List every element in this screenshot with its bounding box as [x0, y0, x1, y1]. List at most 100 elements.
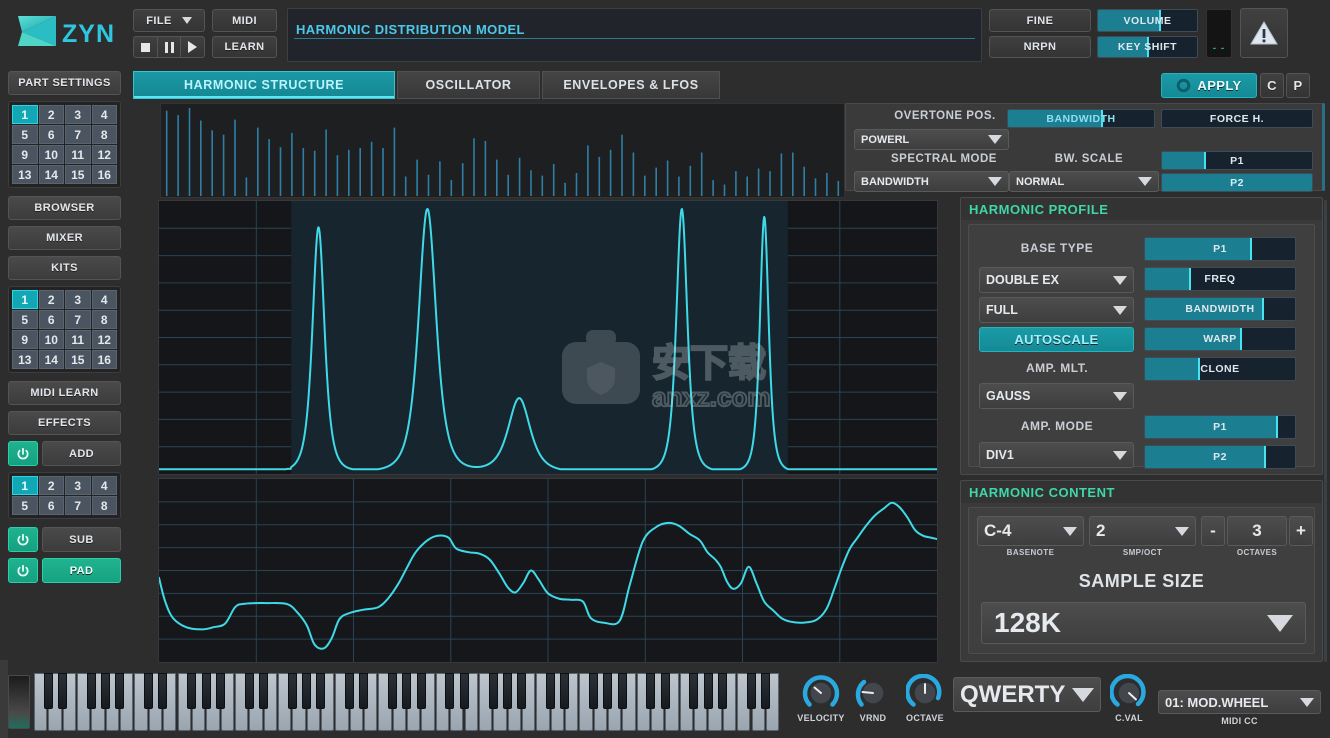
piano-black-key[interactable]	[689, 673, 699, 709]
piano-black-key[interactable]	[345, 673, 354, 709]
piano-black-key[interactable]	[588, 673, 598, 709]
octaves-increment-button[interactable]: +	[1289, 516, 1313, 546]
force-h-slider[interactable]: FORCE H.	[1161, 109, 1313, 128]
top-p1-slider[interactable]: P1	[1161, 151, 1313, 170]
piano-black-key[interactable]	[359, 673, 369, 709]
kits-button[interactable]: KITS	[8, 256, 121, 280]
grid-cell-8[interactable]: 8	[91, 496, 117, 515]
grid-cell-8[interactable]: 8	[91, 125, 117, 144]
grid-cell-6[interactable]: 6	[38, 125, 64, 144]
grid-cell-4[interactable]: 4	[91, 290, 117, 309]
piano-black-key[interactable]	[258, 673, 268, 709]
top-p2-slider[interactable]: P2	[1161, 173, 1313, 192]
piano-black-key[interactable]	[86, 673, 96, 709]
amp-p1-slider[interactable]: P1	[1144, 415, 1296, 439]
piano-black-key[interactable]	[43, 673, 53, 709]
grid-cell-3[interactable]: 3	[65, 105, 91, 124]
piano-black-key[interactable]	[215, 673, 225, 709]
midi-button[interactable]: MIDI	[212, 9, 277, 32]
grid-cell-11[interactable]: 11	[65, 145, 91, 164]
panel-scrollbar-top[interactable]	[1322, 103, 1325, 191]
effects-button[interactable]: EFFECTS	[8, 411, 121, 435]
apply-button[interactable]: APPLY	[1161, 73, 1257, 98]
grid-cell-5[interactable]: 5	[12, 125, 38, 144]
piano-black-key[interactable]	[560, 673, 570, 709]
spectral-mode-dropdown[interactable]: BANDWIDTH	[854, 171, 1009, 192]
grid-cell-2[interactable]: 2	[38, 290, 64, 309]
grid-cell-11[interactable]: 11	[65, 330, 91, 349]
harmonic-amplitude-bars[interactable]	[160, 103, 845, 198]
grid-cell-14[interactable]: 14	[38, 350, 64, 369]
grid-cell-6[interactable]: 6	[38, 310, 64, 329]
grid-cell-1[interactable]: 1	[12, 105, 38, 124]
sub-power-toggle[interactable]	[8, 527, 38, 552]
volume-slider[interactable]: VOLUME	[1097, 9, 1198, 32]
piano-black-key[interactable]	[144, 673, 154, 709]
profile-shape-dropdown[interactable]: FULL	[979, 297, 1134, 323]
piano-black-key[interactable]	[502, 673, 512, 709]
autoscale-toggle[interactable]: AUTOSCALE	[979, 327, 1134, 352]
piano-black-key[interactable]	[545, 673, 555, 709]
sub-synth-button[interactable]: SUB	[42, 527, 121, 552]
grid-cell-3[interactable]: 3	[65, 290, 91, 309]
piano-black-key[interactable]	[603, 673, 613, 709]
nrpn-button[interactable]: NRPN	[989, 36, 1091, 58]
grid-cell-15[interactable]: 15	[65, 350, 91, 369]
pitch-bend-strip[interactable]	[8, 675, 30, 729]
piano-black-key[interactable]	[187, 673, 197, 709]
pad-power-toggle[interactable]	[8, 558, 38, 583]
grid-cell-12[interactable]: 12	[91, 330, 117, 349]
midi-learn-button[interactable]: MIDI LEARN	[8, 381, 121, 405]
piano-black-key[interactable]	[402, 673, 412, 709]
overtone-pos-dropdown[interactable]: POWERL	[854, 129, 1009, 150]
play-button[interactable]	[180, 36, 206, 58]
add-synth-button[interactable]: ADD	[42, 441, 121, 466]
midi-cc-dropdown[interactable]: 01: MOD.WHEEL	[1158, 690, 1321, 714]
profile-p1-slider[interactable]: P1	[1144, 237, 1296, 261]
grid-cell-8[interactable]: 8	[91, 310, 117, 329]
piano-black-key[interactable]	[617, 673, 627, 709]
pad-synth-button[interactable]: PAD	[42, 558, 121, 583]
mixer-button[interactable]: MIXER	[8, 226, 121, 250]
grid-cell-13[interactable]: 13	[12, 350, 38, 369]
profile-bandwidth-slider[interactable]: BANDWIDTH	[1144, 297, 1296, 321]
grid-cell-9[interactable]: 9	[12, 145, 38, 164]
grid-cell-10[interactable]: 10	[38, 145, 64, 164]
grid-cell-10[interactable]: 10	[38, 330, 64, 349]
amp-mlt-dropdown[interactable]: GAUSS	[979, 383, 1134, 409]
tab-envelopes-lfos[interactable]: ENVELOPES & LFOS	[542, 71, 720, 99]
piano-black-key[interactable]	[660, 673, 670, 709]
panel-scrollbar-main[interactable]	[1324, 200, 1327, 662]
add-power-toggle[interactable]	[8, 441, 38, 466]
profile-freq-slider[interactable]: FREQ	[1144, 267, 1296, 291]
grid-cell-6[interactable]: 6	[38, 496, 64, 515]
piano-keyboard[interactable]	[34, 673, 780, 731]
warning-button[interactable]	[1240, 8, 1288, 58]
piano-black-key[interactable]	[244, 673, 254, 709]
grid-cell-4[interactable]: 4	[91, 105, 117, 124]
paste-button[interactable]: P	[1286, 73, 1310, 98]
patch-title-bar[interactable]: HARMONIC DISTRIBUTION MODEL	[287, 8, 982, 62]
waveform-graph[interactable]	[158, 478, 938, 663]
bandwidth-top-slider[interactable]: BANDWIDTH	[1007, 109, 1155, 128]
piano-black-key[interactable]	[761, 673, 771, 709]
piano-black-key[interactable]	[488, 673, 498, 709]
copy-button[interactable]: C	[1260, 73, 1284, 98]
piano-black-key[interactable]	[416, 673, 426, 709]
grid-cell-14[interactable]: 14	[38, 165, 64, 184]
key-shift-slider[interactable]: KEY SHIFT	[1097, 36, 1198, 58]
grid-cell-5[interactable]: 5	[12, 310, 38, 329]
tab-oscillator[interactable]: OSCILLATOR	[397, 71, 540, 99]
octave-knob[interactable]	[905, 673, 944, 712]
piano-black-key[interactable]	[115, 673, 125, 709]
profile-warp-slider[interactable]: WARP	[1144, 327, 1296, 351]
fine-button[interactable]: FINE	[989, 9, 1091, 32]
part-settings-button[interactable]: PART SETTINGS	[8, 71, 121, 95]
piano-black-key[interactable]	[316, 673, 326, 709]
tab-harmonic-structure[interactable]: HARMONIC STRUCTURE	[133, 71, 395, 99]
grid-cell-4[interactable]: 4	[91, 476, 117, 495]
grid-cell-16[interactable]: 16	[91, 165, 117, 184]
grid-cell-15[interactable]: 15	[65, 165, 91, 184]
grid-cell-16[interactable]: 16	[91, 350, 117, 369]
grid-cell-1[interactable]: 1	[12, 476, 38, 495]
